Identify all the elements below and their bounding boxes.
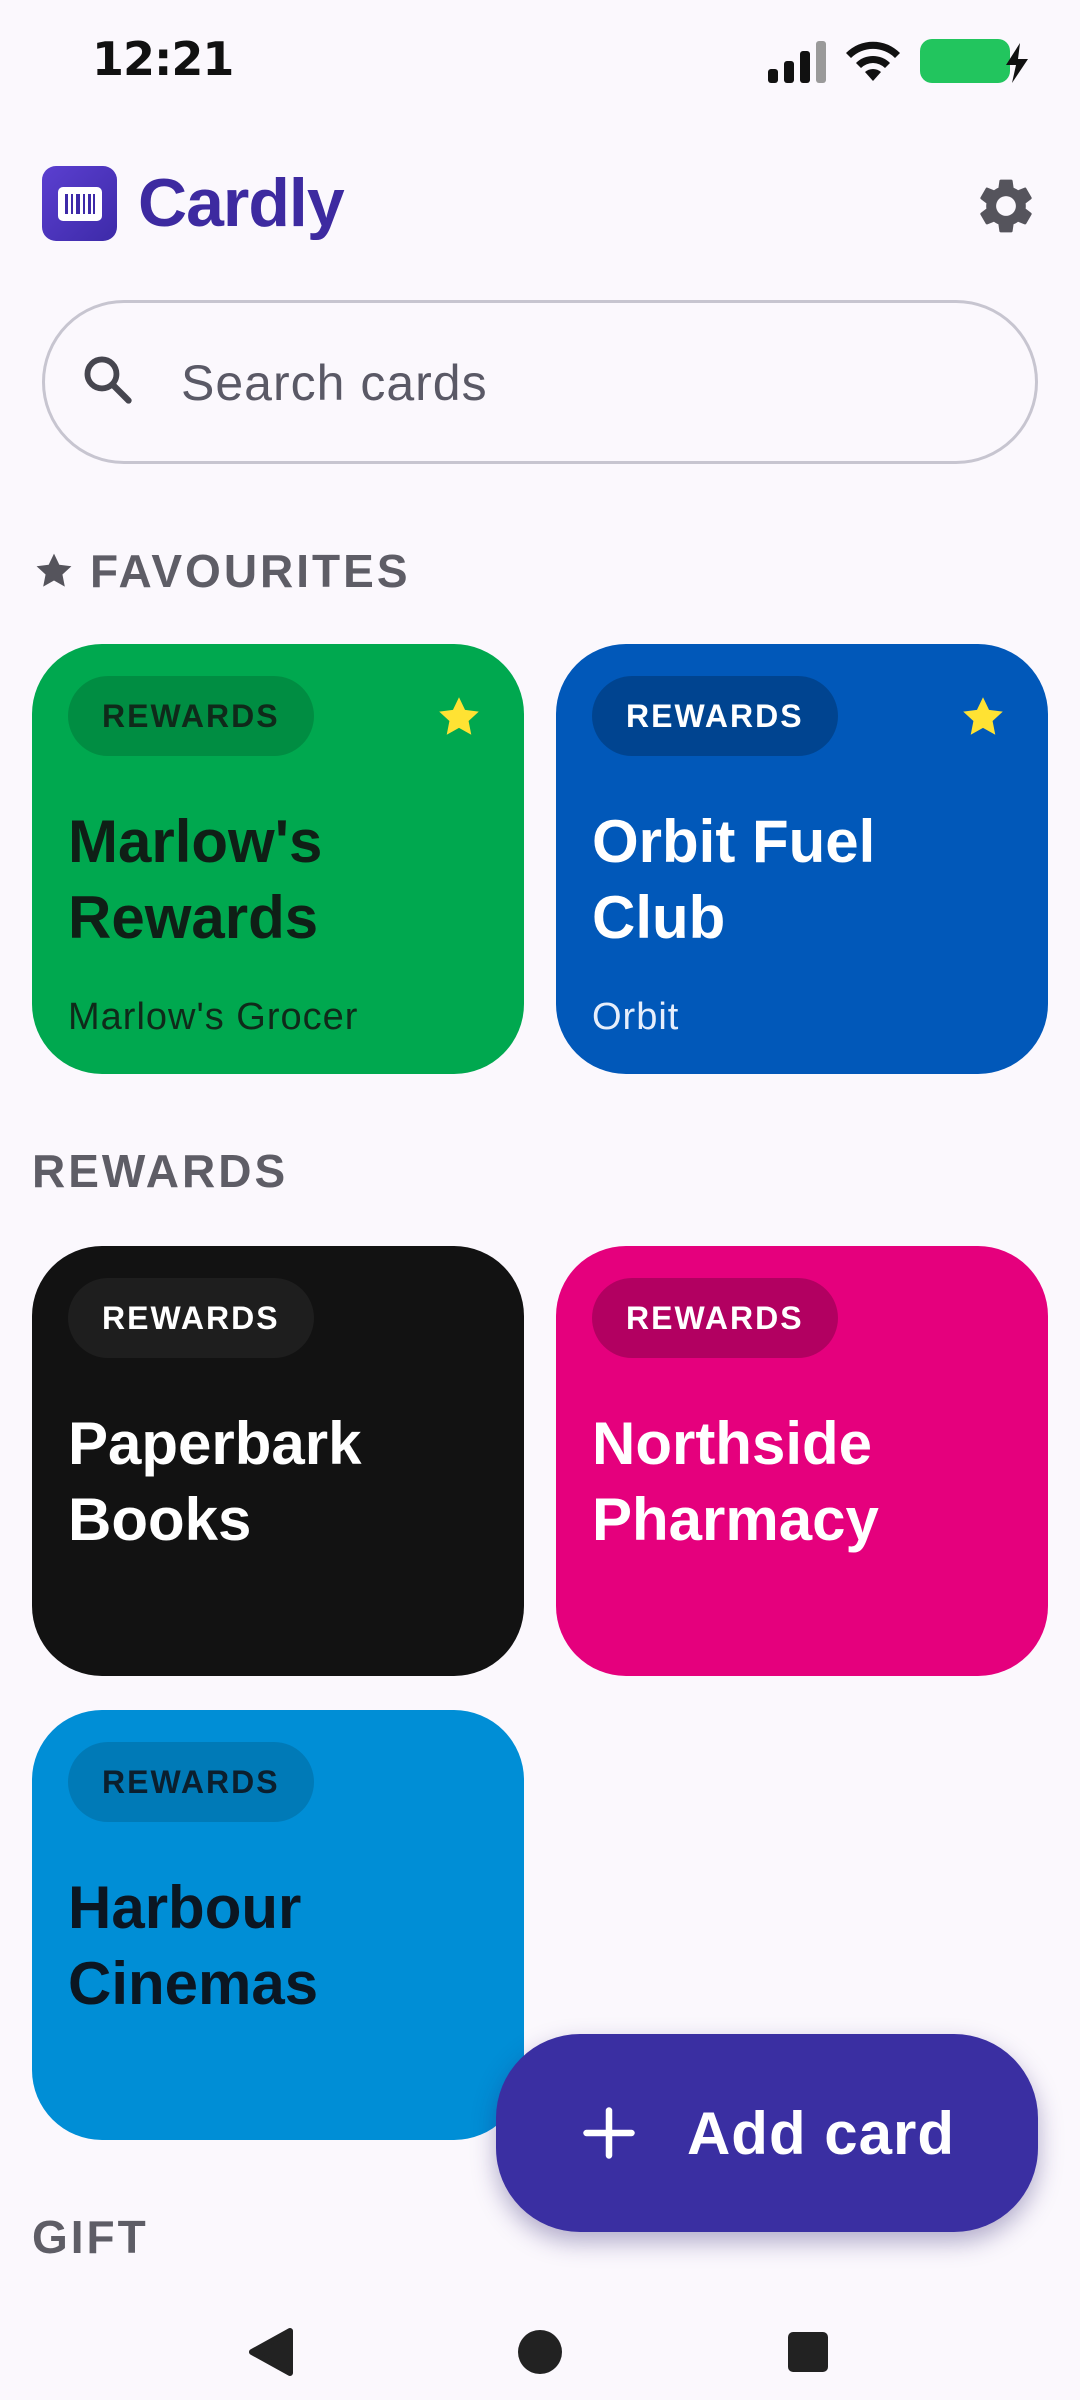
back-triangle-icon — [249, 2328, 293, 2376]
status-bar: 12:21 — [0, 0, 1080, 120]
home-circle-icon — [518, 2330, 562, 2374]
recents-button[interactable] — [768, 2312, 848, 2392]
card-issuer: Marlow's Grocer — [68, 996, 359, 1038]
signal-icon — [768, 39, 826, 83]
card-name: Northside Pharmacy — [592, 1410, 879, 1553]
system-nav-bar — [0, 2290, 1080, 2400]
gift-header: GIFT — [32, 2210, 149, 2264]
search-bar[interactable] — [42, 300, 1038, 464]
card-name: Harbour Cinemas — [68, 1874, 319, 2017]
card-name: Orbit Fuel Club — [592, 808, 876, 951]
app-logo — [42, 166, 117, 241]
add-card-label: Add card — [686, 2099, 956, 2167]
card-northside-pharmacy[interactable]: REWARDS Northside Pharmacy — [556, 1246, 1048, 1676]
rewards-title: REWARDS — [32, 1145, 289, 1197]
card-orbit-fuel-club[interactable]: REWARDS Orbit Fuel Club Orbit — [556, 644, 1048, 1074]
card-harbour-cinemas[interactable]: REWARDS Harbour Cinemas — [32, 1710, 524, 2140]
card-type-badge: REWARDS — [592, 676, 838, 756]
card-paperbark-books[interactable]: REWARDS Paperbark Books — [32, 1246, 524, 1676]
card-type-badge: REWARDS — [592, 1278, 838, 1358]
wifi-icon — [846, 41, 900, 81]
favourite-star-icon — [963, 697, 1003, 735]
status-icons — [768, 36, 1028, 86]
card-name: Paperbark Books — [68, 1410, 362, 1553]
app-title: Cardly — [138, 165, 345, 241]
recents-square-icon — [788, 2332, 828, 2372]
card-marlows-rewards[interactable]: REWARDS Marlow's Rewards Marlow's Grocer — [32, 644, 524, 1074]
battery-icon — [920, 39, 1028, 83]
favourites-header: FAVOURITES — [32, 544, 411, 598]
barcode-icon — [57, 186, 102, 221]
rewards-header: REWARDS — [32, 1144, 288, 1198]
home-button[interactable] — [500, 2312, 580, 2392]
gift-title: GIFT — [32, 2211, 149, 2263]
plus-icon — [583, 2107, 635, 2159]
card-issuer: Orbit — [592, 996, 680, 1038]
star-icon — [36, 553, 72, 587]
card-name: Marlow's Rewards — [68, 808, 323, 951]
card-type-badge: REWARDS — [68, 1742, 314, 1822]
search-input[interactable] — [181, 343, 981, 423]
favourites-title: FAVOURITES — [90, 545, 411, 597]
card-type-badge: REWARDS — [68, 676, 314, 756]
back-button[interactable] — [230, 2312, 310, 2392]
settings-button[interactable] — [968, 168, 1044, 244]
status-time: 12:21 — [92, 32, 234, 86]
gear-icon — [980, 179, 1032, 233]
search-icon — [84, 356, 132, 404]
card-type-badge: REWARDS — [68, 1278, 314, 1358]
favourite-star-icon — [439, 697, 479, 735]
add-card-button[interactable]: Add card — [496, 2034, 1038, 2232]
